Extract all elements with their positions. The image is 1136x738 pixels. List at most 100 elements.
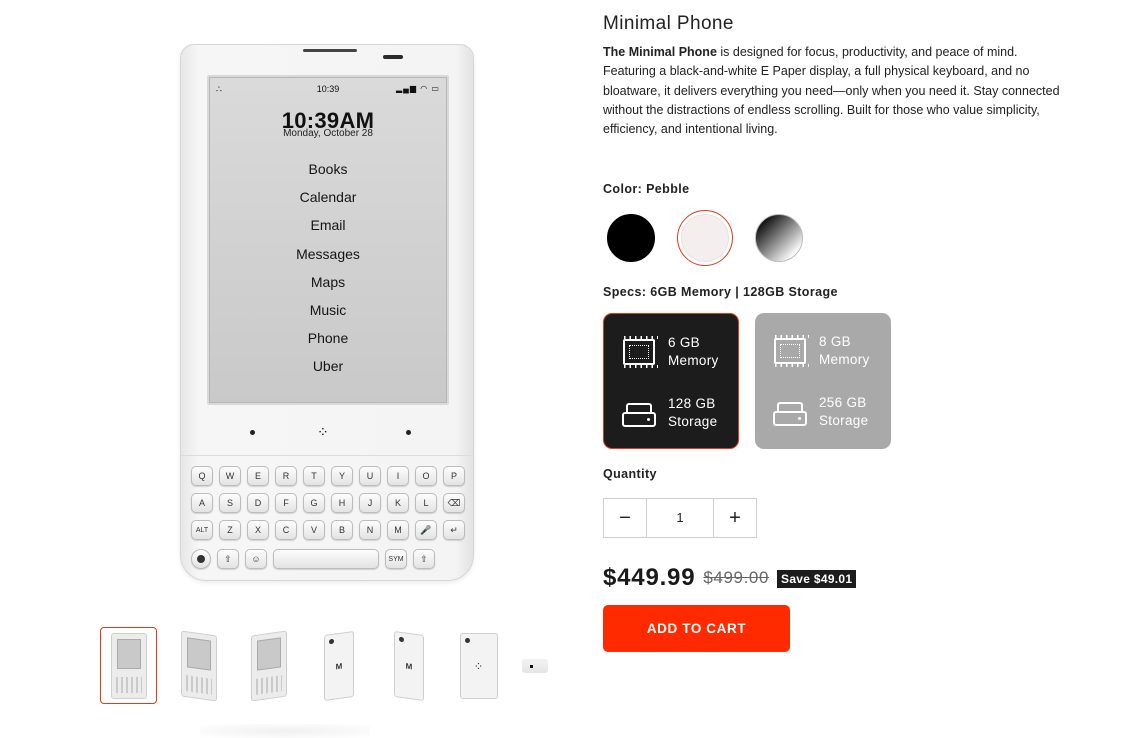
key: C bbox=[275, 520, 297, 540]
app-item: Maps bbox=[310, 273, 346, 290]
quantity-decrease-button[interactable]: − bbox=[604, 499, 646, 537]
screen-date: Monday, October 28 bbox=[283, 128, 373, 139]
swatch-fill bbox=[607, 214, 655, 262]
app-item: Uber bbox=[312, 358, 344, 375]
memory-chip-icon bbox=[771, 335, 809, 367]
key: X bbox=[247, 520, 269, 540]
key: N bbox=[359, 520, 381, 540]
memory-line: Memory bbox=[668, 353, 719, 368]
key: I bbox=[387, 466, 409, 486]
thumbnail-front[interactable] bbox=[100, 627, 157, 704]
swatch-gradient[interactable] bbox=[751, 210, 807, 266]
price-row: $449.99 $499.00 Save $49.01 bbox=[603, 564, 857, 592]
memory-chip-icon bbox=[620, 336, 658, 368]
thumbnail-image: M bbox=[393, 630, 424, 701]
key: O bbox=[415, 466, 437, 486]
memory-value: 6 GB Memory bbox=[668, 334, 719, 370]
thumbnail-gallery: M M ⁘ bbox=[100, 627, 550, 705]
key: L bbox=[415, 493, 437, 513]
signal-wifi-battery-icon: ▂▄▆ ◠ ▭ bbox=[396, 84, 440, 93]
quantity-stepper: − 1 + bbox=[603, 498, 757, 538]
product-main-image[interactable]: ∴ 10:39 ▂▄▆ ◠ ▭ 10:39AM Monday, October … bbox=[176, 40, 478, 584]
storage-line: Storage bbox=[819, 413, 869, 428]
memory-line: 8 GB bbox=[819, 334, 851, 349]
swatch-black[interactable] bbox=[603, 210, 659, 266]
phone-camera bbox=[383, 55, 403, 59]
backspace-key-icon: ⌫ bbox=[443, 493, 465, 513]
phone-body: ∴ 10:39 ▂▄▆ ◠ ▭ 10:39AM Monday, October … bbox=[180, 44, 474, 581]
phone-nav-buttons: ⁘ bbox=[181, 423, 473, 443]
microphone-key-icon: 🎤 bbox=[415, 520, 437, 540]
thumbnail-image bbox=[110, 632, 147, 699]
key: E bbox=[247, 466, 269, 486]
thumbnail-angle-left[interactable] bbox=[170, 627, 227, 704]
thumbnail-back-angle[interactable]: M bbox=[380, 627, 437, 704]
home-logo-icon: ⁘ bbox=[317, 424, 329, 440]
app-list: Books Calendar Email Messages Maps Music… bbox=[210, 160, 446, 386]
thumbnail-partial[interactable] bbox=[520, 627, 550, 704]
compare-at-price: $499.00 bbox=[703, 568, 770, 587]
key: V bbox=[303, 520, 325, 540]
quantity-input[interactable]: 1 bbox=[646, 499, 714, 537]
power-button-icon bbox=[191, 549, 211, 569]
key: R bbox=[275, 466, 297, 486]
product-description: The Minimal Phone is designed for focus,… bbox=[603, 43, 1063, 139]
key: S bbox=[219, 493, 241, 513]
thumbnail-angle-right[interactable] bbox=[240, 627, 297, 704]
thumbnail-image bbox=[250, 629, 287, 702]
key: J bbox=[359, 493, 381, 513]
swatch-fill bbox=[681, 214, 729, 262]
product-title: Minimal Phone bbox=[603, 13, 734, 34]
image-shadow bbox=[200, 724, 370, 738]
memory-row: 6 GB Memory bbox=[620, 334, 719, 370]
key: A bbox=[191, 493, 213, 513]
storage-line: 128 GB bbox=[668, 396, 716, 411]
key: G bbox=[303, 493, 325, 513]
keyboard-row-4: ⇧ ☺ SYM ⇧ bbox=[191, 549, 435, 571]
enter-key-icon: ↵ bbox=[443, 520, 465, 540]
memory-value: 8 GB Memory bbox=[819, 333, 870, 369]
emoji-key-icon: ☺ bbox=[245, 549, 267, 569]
physical-keyboard: Q W E R T Y U I O P A S D F G H J K L ⌫ … bbox=[181, 455, 473, 580]
shift-key-icon: ⇧ bbox=[217, 549, 239, 569]
swatch-fill bbox=[755, 214, 803, 262]
spec-option-8gb-256gb[interactable]: 8 GB Memory 256 GB Storage bbox=[755, 313, 891, 449]
save-badge: Save $49.01 bbox=[777, 570, 857, 588]
app-item: Email bbox=[310, 217, 346, 234]
storage-drive-icon bbox=[620, 397, 658, 429]
specs-label: Specs: 6GB Memory | 128GB Storage bbox=[603, 285, 838, 299]
swatch-pebble[interactable] bbox=[677, 210, 733, 266]
status-bar: ∴ 10:39 ▂▄▆ ◠ ▭ bbox=[216, 84, 440, 96]
add-to-cart-button[interactable]: ADD TO CART bbox=[603, 605, 790, 652]
space-key bbox=[273, 549, 379, 569]
spec-options: 6 GB Memory 128 GB Storage 8 GB Memory 256 … bbox=[603, 313, 891, 449]
phone-display: ∴ 10:39 ▂▄▆ ◠ ▭ 10:39AM Monday, October … bbox=[207, 75, 449, 405]
storage-line: Storage bbox=[668, 414, 718, 429]
memory-line: Memory bbox=[819, 352, 870, 367]
key: P bbox=[443, 466, 465, 486]
thumbnail-image: M bbox=[323, 630, 354, 701]
app-item: Music bbox=[309, 301, 347, 318]
storage-drive-icon bbox=[771, 396, 809, 428]
menu-dot-icon bbox=[406, 430, 411, 435]
storage-row: 256 GB Storage bbox=[771, 394, 868, 430]
sym-key: SYM bbox=[385, 549, 407, 569]
sale-price: $449.99 bbox=[603, 564, 696, 591]
storage-line: 256 GB bbox=[819, 395, 867, 410]
thumbnail-back[interactable]: M bbox=[310, 627, 367, 704]
memory-line: 6 GB bbox=[668, 335, 700, 350]
quantity-increase-button[interactable]: + bbox=[714, 499, 756, 537]
key: T bbox=[303, 466, 325, 486]
color-label: Color: Pebble bbox=[603, 182, 690, 196]
app-item: Books bbox=[308, 161, 348, 177]
key: H bbox=[331, 493, 353, 513]
key: Z bbox=[219, 520, 241, 540]
thumbnail-back-flat[interactable]: ⁘ bbox=[450, 627, 507, 704]
phone-speaker bbox=[303, 49, 357, 52]
key: K bbox=[387, 493, 409, 513]
description-bold: The Minimal Phone bbox=[603, 45, 717, 59]
keyboard-row-1: Q W E R T Y U I O P bbox=[191, 466, 465, 488]
memory-row: 8 GB Memory bbox=[771, 333, 870, 369]
spec-option-6gb-128gb[interactable]: 6 GB Memory 128 GB Storage bbox=[603, 313, 739, 449]
key: F bbox=[275, 493, 297, 513]
